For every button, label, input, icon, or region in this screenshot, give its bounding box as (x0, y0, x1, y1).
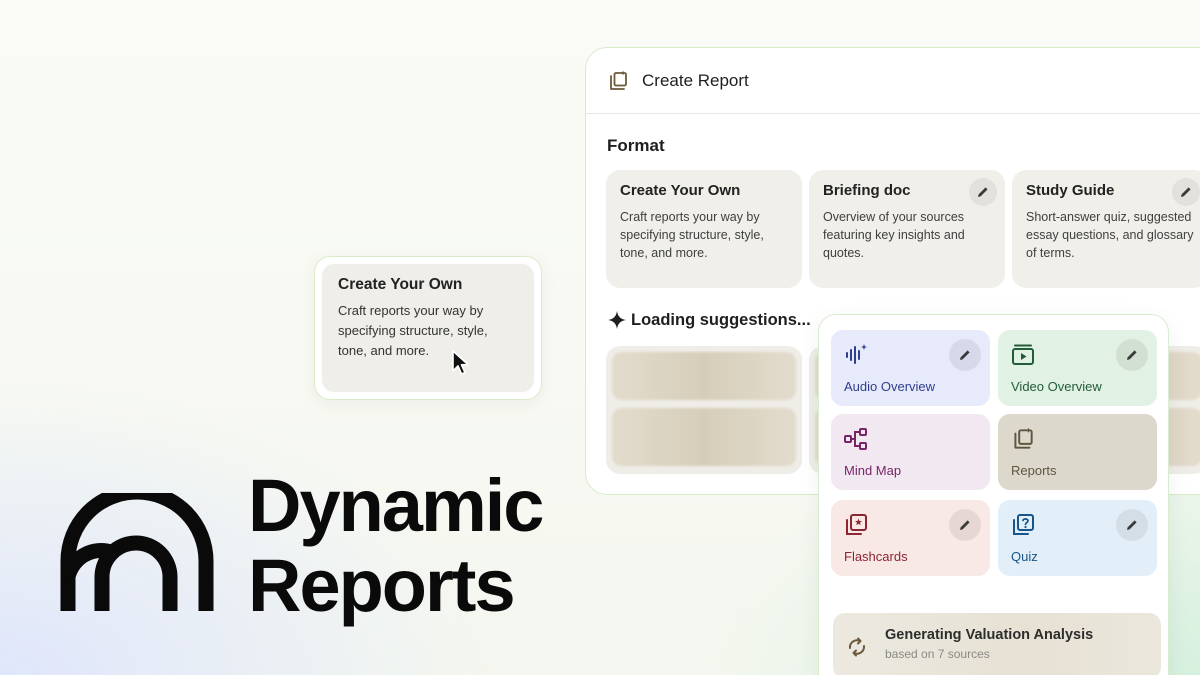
skeleton-bar (612, 352, 796, 400)
tool-mind-map[interactable]: Mind Map (831, 414, 990, 490)
create-your-own-floating-card[interactable]: Create Your Own Craft reports your way b… (314, 256, 542, 400)
tool-label: Mind Map (844, 463, 902, 478)
video-play-icon (1012, 344, 1034, 365)
loading-label: Loading suggestions... (631, 310, 811, 329)
tool-video-overview[interactable]: Video Overview (998, 330, 1157, 406)
flashcards-icon (846, 514, 867, 535)
format-label: Format (607, 136, 665, 155)
pencil-icon (960, 350, 970, 360)
tool-audio-overview[interactable]: Audio Overview (831, 330, 990, 406)
report-sparkle-icon (1014, 427, 1033, 449)
edit-button[interactable] (969, 178, 997, 206)
edit-button[interactable] (1116, 509, 1148, 541)
edit-button[interactable] (949, 339, 981, 371)
format-card-title: Study Guide (1026, 182, 1115, 199)
report-sparkle-icon (610, 70, 627, 90)
pencil-icon (978, 187, 988, 197)
sparkle-icon (608, 311, 626, 329)
floating-card-description: Craft reports your way by specifying str… (338, 303, 488, 358)
format-card-description: Overview of your sources featuring key i… (823, 210, 965, 260)
floating-card-title: Create Your Own (338, 276, 463, 293)
format-card-briefing-doc[interactable]: Briefing doc Overview of your sources fe… (809, 170, 1005, 288)
format-card-description: Short-answer quiz, suggested essay quest… (1026, 210, 1194, 260)
tool-label: Audio Overview (844, 379, 936, 394)
tool-reports[interactable]: Reports (998, 414, 1157, 490)
floating-card-body: Create Your Own Craft reports your way b… (322, 264, 534, 392)
tool-label: Reports (1011, 463, 1057, 478)
format-card-create-your-own[interactable]: Create Your Own Craft reports your way b… (606, 170, 802, 288)
suggestion-skeleton (606, 346, 802, 474)
panel-title: Create Report (642, 70, 749, 90)
edit-button[interactable] (949, 509, 981, 541)
tool-quiz[interactable]: Quiz (998, 500, 1157, 576)
tool-flashcards[interactable]: Flashcards (831, 500, 990, 576)
hero-title: Dynamic Reports (248, 464, 544, 627)
generation-progress-card[interactable]: Generating Valuation Analysis based on 7… (833, 613, 1161, 675)
mouse-pointer-icon (452, 350, 469, 375)
hero-title-line2: Reports (248, 544, 516, 627)
quiz-icon (1013, 514, 1034, 535)
panel-header: Create Report (586, 48, 1200, 114)
skeleton-bar (612, 408, 796, 466)
format-card-description: Craft reports your way by specifying str… (620, 210, 764, 260)
loading-suggestions: Loading suggestions... (607, 310, 811, 330)
studio-tools-panel: Audio Overview Video Overview Mind Map R… (818, 314, 1169, 675)
format-card-title: Create Your Own (620, 182, 741, 199)
pencil-icon (1127, 520, 1137, 530)
progress-subtitle: based on 7 sources (885, 647, 990, 661)
audio-wave-icon (846, 344, 867, 364)
format-card-title: Briefing doc (823, 182, 911, 199)
format-card-study-guide[interactable]: Study Guide Short-answer quiz, suggested… (1012, 170, 1200, 288)
progress-title: Generating Valuation Analysis (885, 627, 1094, 643)
edit-button[interactable] (1116, 339, 1148, 371)
sync-icon (848, 637, 866, 657)
pencil-icon (1127, 350, 1137, 360)
tool-label: Flashcards (844, 549, 908, 564)
arches-logo-icon (60, 493, 214, 611)
mind-map-icon (844, 428, 867, 450)
tool-label: Quiz (1011, 549, 1038, 564)
edit-button[interactable] (1172, 178, 1200, 206)
pencil-icon (960, 520, 970, 530)
tool-label: Video Overview (1011, 379, 1102, 394)
hero-title-line1: Dynamic (248, 464, 544, 547)
pencil-icon (1181, 187, 1191, 197)
